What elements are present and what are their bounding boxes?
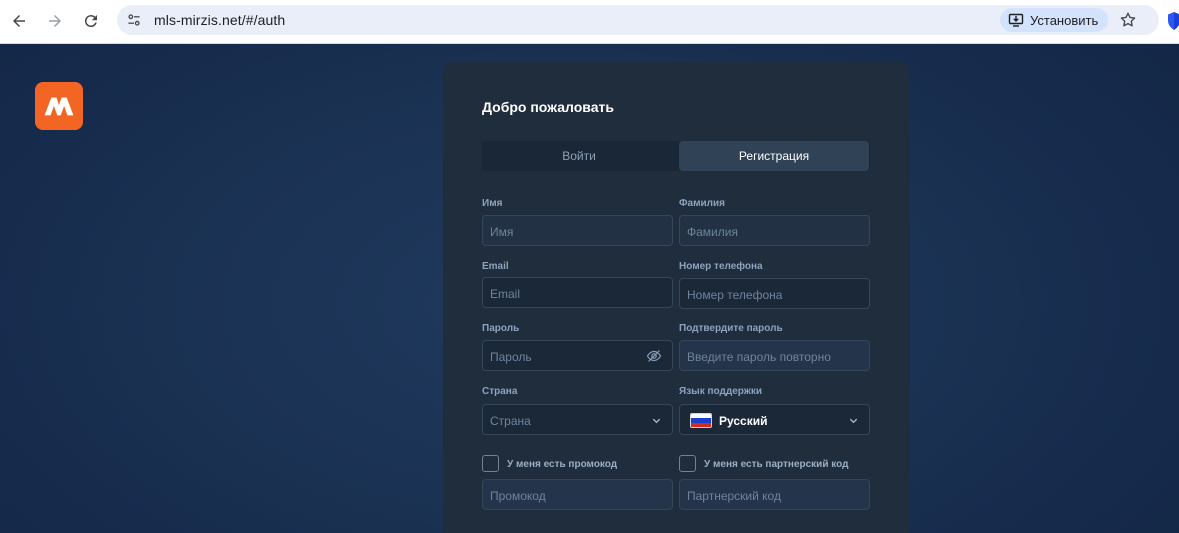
country-placeholder: Страна [490,414,531,428]
confirm-password-input[interactable]: Введите пароль повторно [679,340,870,371]
password-input[interactable]: Пароль [482,340,673,371]
install-label: Установить [1030,12,1099,28]
promo-code-placeholder: Промокод [490,489,546,503]
phone-placeholder: Номер телефона [687,288,783,302]
site-settings-icon[interactable] [124,10,144,30]
extension-shield-icon[interactable] [1168,12,1179,30]
country-select[interactable]: Страна [482,404,673,435]
forward-button[interactable] [42,8,68,34]
country-label: Страна [482,386,518,397]
phone-input[interactable]: Номер телефона [679,278,870,309]
install-app-button[interactable]: Установить [1000,8,1109,32]
browser-toolbar: mls-mirzis.net/#/auth Установить [0,0,1179,44]
back-button[interactable] [6,8,32,34]
confirm-password-placeholder: Введите пароль повторно [687,350,831,364]
confirm-password-label: Подтвердите пароль [679,323,783,334]
chevron-down-icon [652,418,661,424]
email-input[interactable]: Email [482,277,673,308]
last-name-placeholder: Фамилия [687,225,738,239]
promo-checkbox-label[interactable]: У меня есть промокод [507,459,617,470]
auth-card: Добро пожаловать Войти Регистрация Имя И… [443,62,910,533]
partner-checkbox[interactable] [679,455,696,472]
support-language-label: Язык поддержки [679,386,762,397]
first-name-placeholder: Имя [490,225,514,239]
promo-checkbox[interactable] [482,455,499,472]
card-title: Добро пожаловать [482,99,614,115]
partner-code-placeholder: Партнерский код [687,489,781,503]
install-icon [1008,13,1024,27]
brand-logo-icon[interactable] [35,82,83,130]
bookmark-star-icon[interactable] [1117,9,1139,31]
first-name-label: Имя [482,198,503,209]
password-label: Пароль [482,323,520,334]
address-bar[interactable]: mls-mirzis.net/#/auth Установить [117,5,1159,35]
last-name-input[interactable]: Фамилия [679,215,870,246]
url-text[interactable]: mls-mirzis.net/#/auth [154,12,285,28]
promo-code-input[interactable]: Промокод [482,479,673,510]
russia-flag-icon [690,413,712,428]
support-language-value: Русский [719,414,768,428]
tab-register[interactable]: Регистрация [679,141,869,171]
reload-button[interactable] [78,8,104,34]
arrow-left-icon [13,15,25,27]
last-name-label: Фамилия [679,198,725,209]
reload-icon [84,15,97,28]
support-language-select[interactable]: Русский [679,404,870,435]
chevron-down-icon [849,418,858,424]
tab-login[interactable]: Войти [484,141,674,171]
auth-page: Добро пожаловать Войти Регистрация Имя И… [0,44,1179,533]
partner-checkbox-label[interactable]: У меня есть партнерский код [704,459,848,470]
first-name-input[interactable]: Имя [482,215,673,246]
email-label: Email [482,261,509,272]
phone-label: Номер телефона [679,261,763,272]
password-placeholder: Пароль [490,350,532,364]
eye-off-icon[interactable] [646,348,662,364]
arrow-right-icon [49,15,61,27]
partner-code-input[interactable]: Партнерский код [679,479,870,510]
email-placeholder: Email [490,287,521,301]
auth-tabs: Войти Регистрация [482,141,870,171]
